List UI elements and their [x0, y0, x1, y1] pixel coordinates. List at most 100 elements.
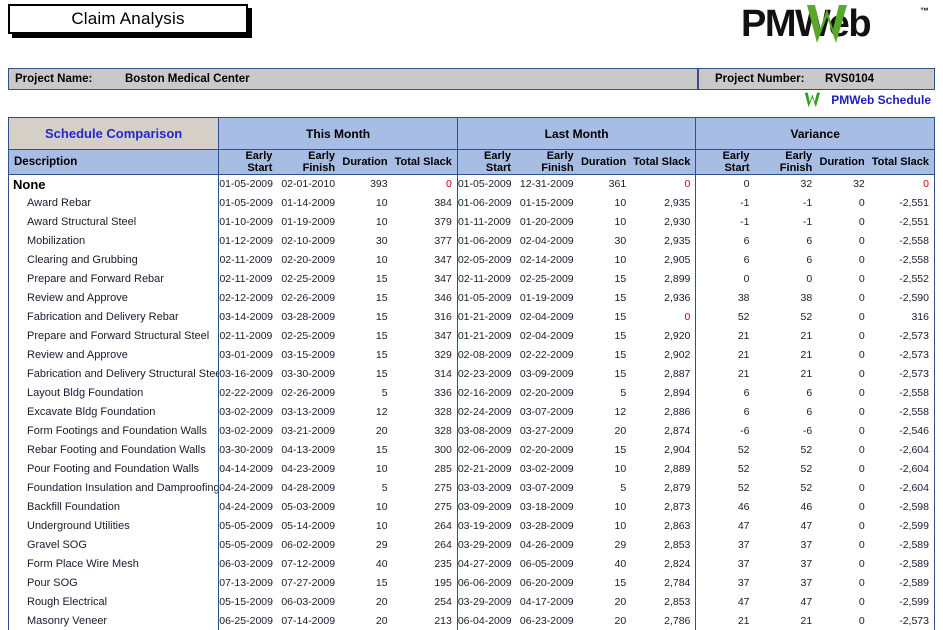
table-row[interactable]: Mobilization01-12-200902-10-20093037701-… — [9, 232, 935, 251]
col-header-lm-early-finish[interactable]: Early Finish — [516, 150, 579, 175]
row-description: Award Rebar — [9, 194, 219, 213]
row-description: Underground Utilities — [9, 517, 219, 536]
cell-last-month-early-start: 01-05-2009 — [457, 289, 516, 308]
cell-this-month-early-start: 02-12-2009 — [219, 289, 278, 308]
cell-variance-total-slack: -2,589 — [870, 574, 935, 593]
col-header-lm-duration[interactable]: Duration — [579, 150, 632, 175]
cell-last-month-total-slack: 2,874 — [631, 422, 696, 441]
cell-last-month-early-start: 03-19-2009 — [457, 517, 516, 536]
cell-last-month-early-finish: 04-26-2009 — [516, 536, 579, 555]
cell-variance-total-slack: -2,599 — [870, 593, 935, 612]
table-row[interactable]: Clearing and Grubbing02-11-200902-20-200… — [9, 251, 935, 270]
table-row[interactable]: Pour SOG07-13-200907-27-20091519506-06-2… — [9, 574, 935, 593]
cell-last-month-duration: 15 — [579, 574, 632, 593]
table-row[interactable]: Award Structural Steel01-10-200901-19-20… — [9, 213, 935, 232]
col-header-va-duration[interactable]: Duration — [817, 150, 870, 175]
col-header-description[interactable]: Description — [9, 150, 219, 175]
cell-this-month-duration: 15 — [340, 289, 393, 308]
cell-variance-duration: 32 — [817, 175, 870, 195]
cell-this-month-duration: 10 — [340, 194, 393, 213]
table-row[interactable]: Layout Bldg Foundation02-22-200902-26-20… — [9, 384, 935, 403]
cell-this-month-total-slack: 329 — [393, 346, 458, 365]
table-row[interactable]: Rebar Footing and Foundation Walls03-30-… — [9, 441, 935, 460]
cell-last-month-early-start: 03-08-2009 — [457, 422, 516, 441]
cell-variance-early-finish: 32 — [755, 175, 818, 195]
group-header-schedule-comparison: Schedule Comparison — [9, 118, 219, 150]
cell-variance-total-slack: -2,573 — [870, 612, 935, 630]
table-row[interactable]: Form Footings and Foundation Walls03-02-… — [9, 422, 935, 441]
col-header-lm-total-slack[interactable]: Total Slack — [631, 150, 696, 175]
table-row[interactable]: Prepare and Forward Structural Steel02-1… — [9, 327, 935, 346]
table-row[interactable]: Fabrication and Delivery Rebar03-14-2009… — [9, 308, 935, 327]
table-row[interactable]: Prepare and Forward Rebar02-11-200902-25… — [9, 270, 935, 289]
col-header-va-early-start[interactable]: Early Start — [696, 150, 755, 175]
col-header-tm-early-start[interactable]: Early Start — [219, 150, 278, 175]
table-row[interactable]: Form Place Wire Mesh06-03-200907-12-2009… — [9, 555, 935, 574]
pmweb-schedule-link[interactable]: PMWeb Schedule — [801, 92, 931, 108]
table-row[interactable]: Gravel SOG05-05-200906-02-20092926403-29… — [9, 536, 935, 555]
cell-this-month-total-slack: 195 — [393, 574, 458, 593]
report-title-box: Claim Analysis — [8, 4, 248, 34]
cell-this-month-duration: 15 — [340, 365, 393, 384]
cell-variance-total-slack: -2,589 — [870, 536, 935, 555]
cell-this-month-duration: 30 — [340, 232, 393, 251]
table-row[interactable]: Backfill Foundation04-24-200905-03-20091… — [9, 498, 935, 517]
table-row[interactable]: Fabrication and Delivery Structural Stee… — [9, 365, 935, 384]
cell-variance-early-start: 38 — [696, 289, 755, 308]
col-header-tm-total-slack[interactable]: Total Slack — [393, 150, 458, 175]
cell-variance-duration: 0 — [817, 498, 870, 517]
table-row[interactable]: None01-05-200902-01-2010393001-05-200912… — [9, 175, 935, 195]
table-row[interactable]: Review and Approve03-01-200903-15-200915… — [9, 346, 935, 365]
cell-last-month-total-slack: 2,899 — [631, 270, 696, 289]
cell-variance-early-start: 6 — [696, 232, 755, 251]
table-row[interactable]: Award Rebar01-05-200901-14-20091038401-0… — [9, 194, 935, 213]
cell-this-month-total-slack: 254 — [393, 593, 458, 612]
col-header-va-early-finish[interactable]: Early Finish — [755, 150, 818, 175]
cell-variance-total-slack: -2,558 — [870, 251, 935, 270]
table-body: None01-05-200902-01-2010393001-05-200912… — [9, 175, 935, 630]
table-head: Schedule Comparison This Month Last Mont… — [9, 118, 935, 175]
cell-this-month-early-finish: 07-14-2009 — [277, 612, 340, 630]
table-row[interactable]: Pour Footing and Foundation Walls04-14-2… — [9, 460, 935, 479]
cell-this-month-early-start: 04-14-2009 — [219, 460, 278, 479]
cell-variance-early-start: 37 — [696, 536, 755, 555]
col-header-tm-early-finish[interactable]: Early Finish — [277, 150, 340, 175]
table-row[interactable]: Excavate Bldg Foundation03-02-200903-13-… — [9, 403, 935, 422]
cell-variance-early-finish: 21 — [755, 346, 818, 365]
cell-variance-early-start: -1 — [696, 194, 755, 213]
cell-this-month-early-start: 01-12-2009 — [219, 232, 278, 251]
table-row[interactable]: Rough Electrical05-15-200906-03-20092025… — [9, 593, 935, 612]
cell-variance-total-slack: -2,599 — [870, 517, 935, 536]
col-header-va-total-slack[interactable]: Total Slack — [870, 150, 935, 175]
table-row[interactable]: Masonry Veneer06-25-200907-14-2009202130… — [9, 612, 935, 630]
cell-last-month-early-finish: 03-07-2009 — [516, 479, 579, 498]
cell-last-month-duration: 10 — [579, 213, 632, 232]
cell-variance-early-finish: 38 — [755, 289, 818, 308]
table-row[interactable]: Review and Approve02-12-200902-26-200915… — [9, 289, 935, 308]
cell-this-month-total-slack: 336 — [393, 384, 458, 403]
cell-variance-total-slack: 316 — [870, 308, 935, 327]
cell-this-month-duration: 15 — [340, 327, 393, 346]
cell-last-month-total-slack: 2,863 — [631, 517, 696, 536]
claim-analysis-report: Claim Analysis PMWeb ™ Project Name: Bos… — [0, 0, 943, 630]
cell-last-month-duration: 10 — [579, 251, 632, 270]
table-row[interactable]: Foundation Insulation and Damproofing04-… — [9, 479, 935, 498]
cell-variance-total-slack: -2,546 — [870, 422, 935, 441]
cell-this-month-early-finish: 03-15-2009 — [277, 346, 340, 365]
cell-variance-duration: 0 — [817, 441, 870, 460]
cell-variance-early-start: 21 — [696, 365, 755, 384]
cell-this-month-early-finish: 02-25-2009 — [277, 327, 340, 346]
col-header-tm-duration[interactable]: Duration — [340, 150, 393, 175]
cell-variance-total-slack: 0 — [870, 175, 935, 195]
cell-variance-total-slack: -2,558 — [870, 403, 935, 422]
cell-variance-early-start: 46 — [696, 498, 755, 517]
col-header-lm-early-start[interactable]: Early Start — [457, 150, 516, 175]
cell-variance-duration: 0 — [817, 308, 870, 327]
table-row[interactable]: Underground Utilities05-05-200905-14-200… — [9, 517, 935, 536]
row-description: Rebar Footing and Foundation Walls — [9, 441, 219, 460]
row-description: Rough Electrical — [9, 593, 219, 612]
cell-this-month-duration: 15 — [340, 574, 393, 593]
cell-variance-early-start: 52 — [696, 441, 755, 460]
cell-this-month-duration: 10 — [340, 251, 393, 270]
cell-variance-early-finish: 52 — [755, 460, 818, 479]
